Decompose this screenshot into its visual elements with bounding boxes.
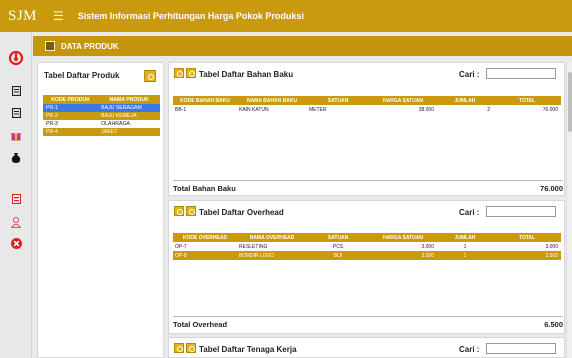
bahan-baku-card: Tabel Daftar Bahan Baku Cari : KODE BAHA… (168, 62, 565, 196)
produk-kode: PR-4 (46, 129, 58, 135)
search-label: Cari : (459, 208, 480, 217)
user-icon[interactable] (0, 217, 32, 231)
scrollbar[interactable] (566, 62, 572, 358)
search-label: Cari : (459, 70, 480, 79)
table-row[interactable]: OP-7 RESLETING PCS 3.000 1 3.000 (173, 242, 561, 251)
app-title: Sistem Informasi Perhitungan Harga Pokok… (77, 11, 304, 21)
column-header[interactable]: HARGA SATUAN (369, 96, 437, 105)
cell-total: 76.000 (542, 106, 558, 113)
search-label: Cari : (459, 345, 480, 354)
column-header[interactable]: KODE OVERHEAD (173, 233, 237, 242)
add-icon[interactable] (174, 68, 184, 78)
search-input[interactable] (486, 206, 556, 217)
add-icon[interactable] (174, 206, 184, 216)
overhead-card: Tabel Daftar Overhead Cari : KODE OVERHE… (168, 200, 565, 334)
column-header[interactable]: JUMLAH (437, 96, 493, 105)
produk-header-kode[interactable]: KODE PRODUK (43, 95, 99, 104)
column-header[interactable]: TOTAL (493, 233, 561, 242)
page-header: DATA PRODUK (33, 36, 572, 56)
produk-header-nama[interactable]: NAMA PRODUK (98, 95, 160, 104)
cell-kode: BB-1 (175, 106, 187, 113)
scrollbar-thumb[interactable] (568, 72, 572, 132)
document-icon[interactable] (0, 85, 32, 99)
cell-jumlah: 1 (463, 252, 467, 259)
sidebar (0, 32, 32, 358)
produk-nama: BAJU KEMEJA (101, 113, 137, 119)
refresh-icon[interactable] (186, 343, 196, 353)
bahan-baku-total-row: Total Bahan Baku 76.000 (173, 184, 563, 193)
divider (173, 180, 563, 181)
produk-table: KODE PRODUK NAMA PRODUK PR-1 BAJU SERAGA… (43, 95, 160, 136)
close-icon[interactable] (0, 238, 32, 252)
cell-harga: 38.000 (418, 106, 434, 113)
table-row[interactable]: PR-4 JAKET (43, 128, 160, 136)
overhead-title: Tabel Daftar Overhead (199, 208, 284, 217)
refresh-icon[interactable] (186, 206, 196, 216)
cell-harga: 3.000 (421, 243, 434, 250)
column-header[interactable]: HARGA SATUAN (369, 233, 437, 242)
cell-satuan: PCS (332, 243, 344, 250)
cell-nama: KAIN KATUN (239, 106, 269, 113)
column-header[interactable]: KODE BAHAN BAKU (173, 96, 237, 105)
report-icon[interactable] (0, 193, 32, 207)
overhead-table: KODE OVERHEAD NAMA OVERHEAD SATUAN HARGA… (173, 233, 561, 260)
refresh-icon[interactable] (186, 68, 196, 78)
tenaga-kerja-title: Tabel Daftar Tenaga Kerja (199, 345, 297, 354)
app-logo: SJM (8, 7, 38, 24)
cell-satuan: BIJI (333, 252, 343, 259)
produk-nama: BAJU SERAGAM (101, 105, 142, 111)
menu-icon[interactable]: ☰ (53, 9, 64, 23)
page-title: DATA PRODUK (61, 41, 119, 51)
cell-jumlah: 1 (463, 243, 467, 250)
search-input[interactable] (486, 68, 556, 79)
cell-nama: RESLETING (239, 243, 268, 250)
document-icon[interactable] (0, 107, 32, 121)
cell-kode: OP-8 (175, 252, 187, 259)
refresh-icon[interactable] (144, 70, 156, 82)
produk-kode: PR-2 (46, 113, 58, 119)
column-header[interactable]: NAMA OVERHEAD (237, 233, 307, 242)
bahan-baku-title: Tabel Daftar Bahan Baku (199, 70, 294, 79)
bahan-baku-table: KODE BAHAN BAKU NAMA BAHAN BAKU SATUAN H… (173, 96, 561, 114)
cell-jumlah: 2 (487, 106, 490, 113)
column-header[interactable]: NAMA BAHAN BAKU (237, 96, 307, 105)
table-row[interactable]: PR-2 BAJU KEMEJA (43, 112, 160, 120)
cell-harga: 3.500 (421, 252, 434, 259)
produk-nama: JAKET (101, 129, 118, 135)
column-header[interactable]: JUMLAH (437, 233, 493, 242)
produk-kode: PR-3 (46, 121, 58, 127)
cell-total: 3.000 (545, 243, 558, 250)
gift-icon[interactable] (0, 131, 32, 144)
app-header: SJM ☰ Sistem Informasi Perhitungan Harga… (0, 0, 572, 32)
tenaga-kerja-card: Tabel Daftar Tenaga Kerja Cari : (168, 337, 565, 358)
page-header-icon (45, 41, 55, 51)
column-header[interactable]: SATUAN (307, 233, 369, 242)
produk-nama: OLAHRAGA (101, 121, 130, 127)
cell-total: 3.500 (545, 252, 558, 259)
table-row[interactable]: BB-1 KAIN KATUN METER 38.000 2 76.000 (173, 105, 561, 114)
overhead-total-value: 6.500 (544, 320, 563, 329)
overhead-total-row: Total Overhead 6.500 (173, 320, 563, 329)
column-header[interactable]: SATUAN (307, 96, 369, 105)
table-row[interactable]: OP-8 BORDIR LOGO BIJI 3.500 1 3.500 (173, 251, 561, 260)
cell-satuan: METER (309, 106, 327, 113)
table-row[interactable]: PR-3 OLAHRAGA (43, 120, 160, 128)
power-icon[interactable] (0, 50, 32, 69)
money-bag-icon[interactable] (0, 152, 32, 166)
column-header[interactable]: TOTAL (493, 96, 561, 105)
overhead-total-label: Total Overhead (173, 320, 228, 329)
produk-panel-title: Tabel Daftar Produk (44, 71, 120, 80)
bahan-baku-total-label: Total Bahan Baku (173, 184, 236, 193)
table-row[interactable]: PR-1 BAJU SERAGAM (43, 104, 160, 112)
cell-kode: OP-7 (175, 243, 187, 250)
cell-nama: BORDIR LOGO (239, 252, 275, 259)
produk-kode: PR-1 (46, 105, 58, 111)
divider (173, 316, 563, 317)
bahan-baku-total-value: 76.000 (540, 184, 563, 193)
search-input[interactable] (486, 343, 556, 354)
produk-panel: Tabel Daftar Produk KODE PRODUK NAMA PRO… (37, 62, 164, 358)
add-icon[interactable] (174, 343, 184, 353)
